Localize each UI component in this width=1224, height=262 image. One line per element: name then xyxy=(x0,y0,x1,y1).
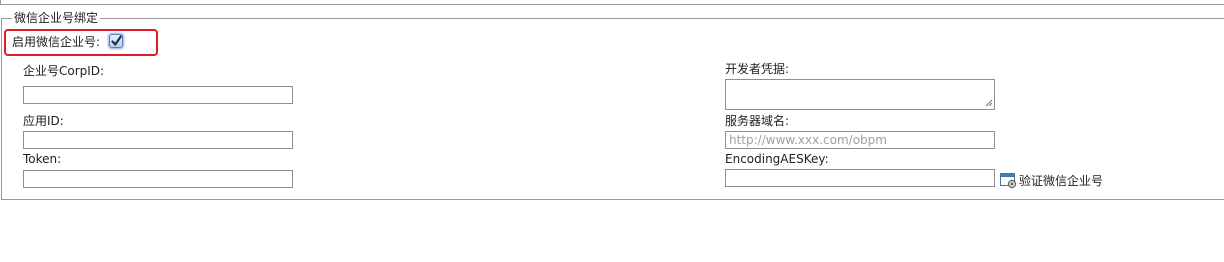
token-input[interactable] xyxy=(23,170,293,188)
enable-wechat-checkbox[interactable] xyxy=(109,34,123,48)
verify-wechat-label: 验证微信企业号 xyxy=(1019,174,1104,188)
verify-wechat-button[interactable]: 验证微信企业号 xyxy=(1000,172,1103,190)
domain-input[interactable] xyxy=(725,131,995,149)
top-panel-edge xyxy=(0,0,1224,5)
appid-label: 应用ID: xyxy=(23,114,64,128)
window-gear-icon xyxy=(1000,173,1018,189)
corpid-input[interactable] xyxy=(23,86,293,104)
secret-label: 开发者凭据: xyxy=(725,62,790,76)
corpid-label: 企业号CorpID: xyxy=(23,64,105,78)
checkmark-icon xyxy=(111,35,122,46)
appid-input[interactable] xyxy=(23,131,293,149)
aeskey-label: EncodingAESKey: xyxy=(725,152,829,166)
fieldset-legend: 微信企业号绑定 xyxy=(12,11,101,25)
domain-label: 服务器域名: xyxy=(725,114,790,128)
token-label: Token: xyxy=(23,152,62,166)
enable-wechat-label: 启用微信企业号: xyxy=(12,35,101,49)
aeskey-input[interactable] xyxy=(725,169,995,187)
secret-textarea[interactable] xyxy=(725,79,995,110)
